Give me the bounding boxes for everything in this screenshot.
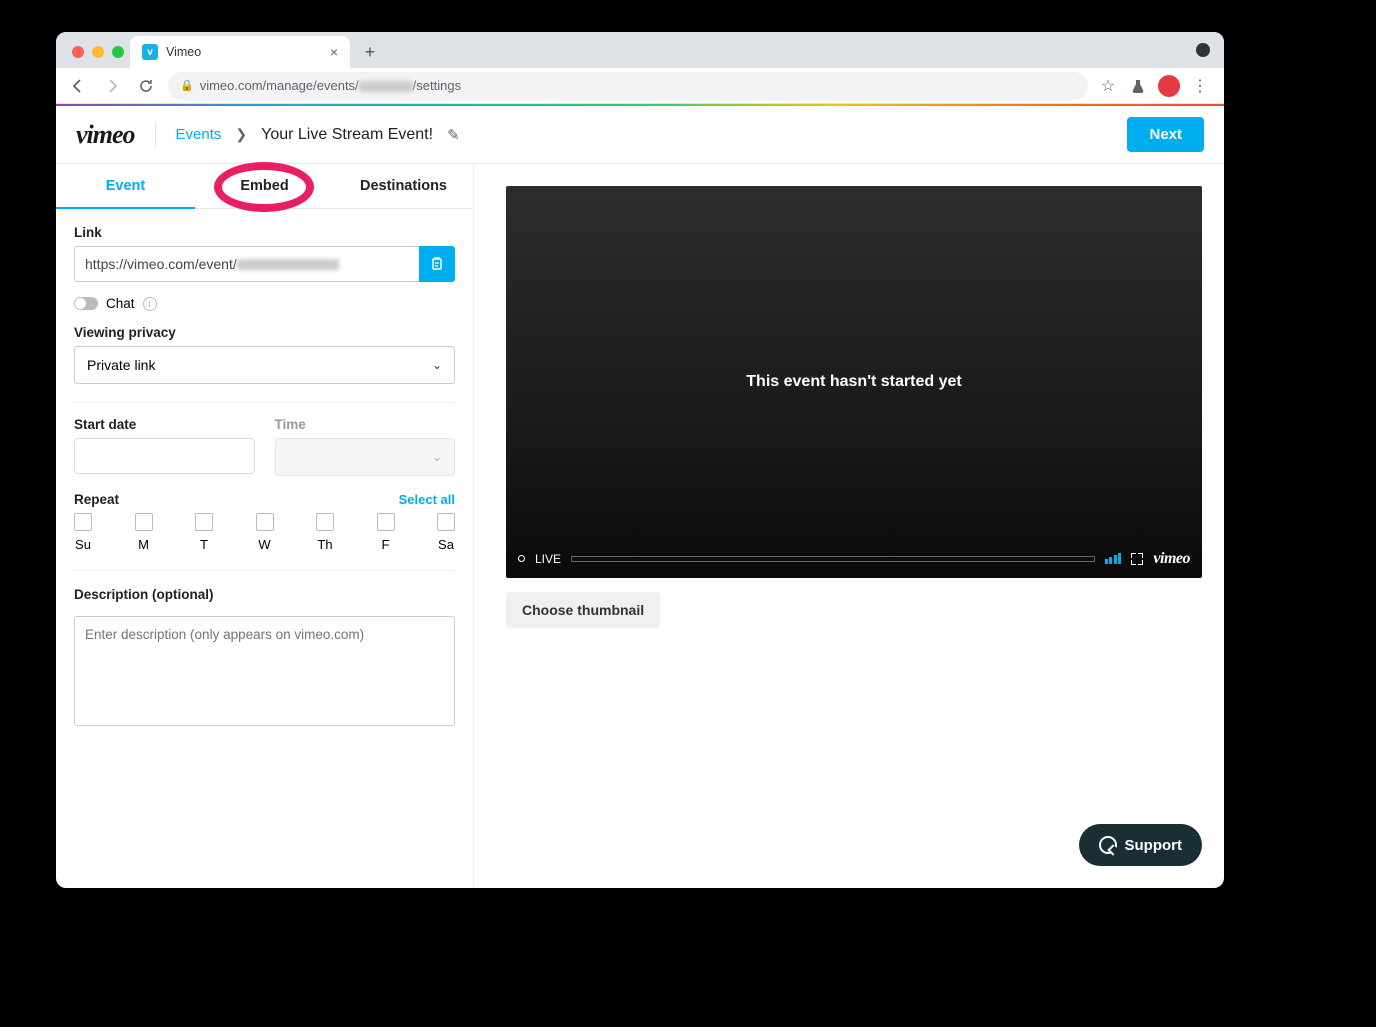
signal-icon[interactable] [1105,553,1122,564]
breadcrumb-title: Your Live Stream Event! [261,126,433,144]
start-date-label: Start date [74,417,255,432]
info-icon[interactable]: i [143,297,157,311]
player-controls: LIVE vimeo [518,550,1190,568]
tab-destinations[interactable]: Destinations [334,164,473,208]
select-all-link[interactable]: Select all [399,492,455,507]
description-label: Description (optional) [74,587,455,602]
preview-panel: This event hasn't started yet LIVE vimeo… [474,164,1224,888]
description-textarea[interactable] [74,616,455,726]
tab-strip: v Vimeo × + [56,32,1224,68]
vimeo-logo[interactable]: vimeo [76,120,135,150]
star-icon[interactable]: ☆ [1098,76,1118,96]
day-label: M [138,537,149,552]
privacy-section: Viewing privacy Private link ⌄ [56,325,473,384]
extension-flask-icon[interactable] [1128,76,1148,96]
time-select[interactable]: ⌄ [275,438,456,476]
day-label: F [382,537,390,552]
close-window-button[interactable] [72,46,84,58]
day-label: Su [75,537,91,552]
support-label: Support [1125,837,1183,854]
link-label: Link [74,225,455,240]
progress-bar[interactable] [571,556,1095,562]
day-label: W [258,537,270,552]
app-body: Event Embed Destinations Link https://vi… [56,164,1224,888]
back-button[interactable] [66,74,90,98]
header-separator [155,122,156,148]
day-check-w[interactable] [256,513,274,531]
player-vimeo-logo[interactable]: vimeo [1153,550,1190,568]
edit-title-icon[interactable]: ✎ [447,126,460,144]
privacy-value: Private link [87,357,155,373]
tab-event[interactable]: Event [56,164,195,208]
browser-menu-icon[interactable]: ⋮ [1190,76,1210,96]
privacy-select[interactable]: Private link ⌄ [74,346,455,384]
repeat-header: Repeat Select all [56,476,473,513]
day-check-th[interactable] [316,513,334,531]
repeat-label: Repeat [74,492,119,507]
live-label: LIVE [535,552,561,566]
chat-label: Chat [106,296,135,311]
tab-embed[interactable]: Embed [195,164,334,208]
fullscreen-icon[interactable] [1131,553,1143,565]
reload-button[interactable] [134,74,158,98]
settings-panel: Event Embed Destinations Link https://vi… [56,164,474,888]
choose-thumbnail-button[interactable]: Choose thumbnail [506,592,660,628]
browser-tab[interactable]: v Vimeo × [130,36,350,68]
day-check-t[interactable] [195,513,213,531]
chevron-right-icon: ❯ [235,126,247,143]
lock-icon: 🔒 [180,79,194,92]
tab-title: Vimeo [166,45,201,59]
chevron-down-icon: ⌄ [432,358,442,372]
day-label: T [200,537,208,552]
day-check-f[interactable] [377,513,395,531]
day-check-m[interactable] [135,513,153,531]
app-container: vimeo Events ❯ Your Live Stream Event! ✎… [56,106,1224,888]
link-input[interactable]: https://vimeo.com/event/ [74,246,419,282]
next-button[interactable]: Next [1127,117,1204,152]
settings-tabs: Event Embed Destinations [56,164,473,209]
day-check-sa[interactable] [437,513,455,531]
browser-window: v Vimeo × + 🔒 vimeo.com/manage/events//s… [56,32,1224,888]
days-row: Su M T W Th F Sa [56,513,473,552]
link-section: Link https://vimeo.com/event/ [56,209,473,282]
new-tab-button[interactable]: + [356,38,384,66]
extension-icons: ☆ ⋮ [1098,75,1214,97]
breadcrumb-events-link[interactable]: Events [176,126,222,143]
minimize-window-button[interactable] [92,46,104,58]
url-text: vimeo.com/manage/events//settings [200,78,461,93]
extension-badge-icon[interactable] [1158,75,1180,97]
chevron-down-icon: ⌄ [432,450,442,464]
clipboard-icon [429,256,445,272]
day-label: Th [317,537,332,552]
chat-row: Chat i [56,282,473,325]
vimeo-favicon-icon: v [142,44,158,60]
url-input[interactable]: 🔒 vimeo.com/manage/events//settings [168,72,1088,100]
forward-button[interactable] [100,74,124,98]
day-label: Sa [438,537,454,552]
maximize-window-button[interactable] [112,46,124,58]
datetime-section: Start date Time ⌄ [56,403,473,476]
chat-bubble-icon [1099,836,1117,854]
close-tab-icon[interactable]: × [330,44,338,60]
copy-link-button[interactable] [419,246,455,282]
player-message: This event hasn't started yet [746,373,961,391]
live-indicator-icon [518,555,525,562]
start-date-input[interactable] [74,438,255,474]
traffic-lights [66,46,130,68]
day-check-su[interactable] [74,513,92,531]
window-corner-icon [1196,43,1210,57]
address-bar: 🔒 vimeo.com/manage/events//settings ☆ ⋮ [56,68,1224,104]
time-label: Time [275,417,456,432]
chat-toggle[interactable] [74,297,98,310]
support-button[interactable]: Support [1079,824,1203,866]
privacy-label: Viewing privacy [74,325,455,340]
video-player[interactable]: This event hasn't started yet LIVE vimeo [506,186,1202,578]
app-header: vimeo Events ❯ Your Live Stream Event! ✎… [56,106,1224,164]
